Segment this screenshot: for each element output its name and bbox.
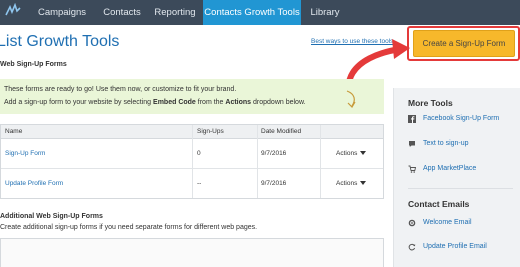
gear-icon bbox=[408, 219, 416, 227]
down-arrow-icon bbox=[346, 90, 356, 108]
signups-count: 0 bbox=[197, 150, 201, 157]
col-signups: Sign-Ups bbox=[197, 128, 224, 135]
logo-icon[interactable] bbox=[4, 3, 22, 19]
refresh-icon bbox=[408, 243, 416, 251]
form-name-link[interactable]: Sign-Up Form bbox=[5, 150, 45, 157]
sidebar-divider bbox=[408, 188, 513, 189]
actions-dropdown[interactable]: Actions bbox=[336, 180, 367, 187]
chevron-down-icon bbox=[360, 181, 367, 186]
notice-line-1: These forms are ready to go! Use them no… bbox=[4, 86, 237, 93]
page-title: List Growth Tools bbox=[0, 33, 120, 50]
nav-campaigns[interactable]: Campaigns bbox=[27, 0, 97, 25]
chevron-down-icon bbox=[360, 151, 367, 156]
col-name: Name bbox=[5, 128, 23, 135]
facebook-icon bbox=[408, 115, 416, 123]
sidebar: More Tools Facebook Sign-Up Form Text to… bbox=[393, 88, 520, 267]
table-row: Sign-Up Form 0 9/7/2016 Actions bbox=[1, 139, 383, 169]
chat-icon bbox=[409, 141, 415, 147]
notice-line-2: Add a sign-up form to your website by se… bbox=[4, 99, 306, 106]
nav-contacts[interactable]: Contacts bbox=[97, 0, 147, 25]
date-modified: 9/7/2016 bbox=[261, 150, 287, 157]
cart-icon bbox=[408, 165, 416, 173]
form-name-link[interactable]: Update Profile Form bbox=[5, 180, 63, 187]
signup-forms-table: Name Sign-Ups Date Modified Sign-Up Form… bbox=[0, 124, 384, 199]
col-date-modified: Date Modified bbox=[261, 128, 302, 135]
table-row: Update Profile Form -- 9/7/2016 Actions bbox=[1, 169, 383, 199]
more-tools-heading: More Tools bbox=[408, 98, 453, 108]
contact-emails-heading: Contact Emails bbox=[408, 199, 470, 209]
actions-dropdown[interactable]: Actions bbox=[336, 150, 367, 157]
top-nav: Campaigns Contacts Reporting Contacts Gr… bbox=[0, 0, 520, 25]
best-ways-link[interactable]: Best ways to use these tools bbox=[311, 38, 411, 45]
info-notice: These forms are ready to go! Use them no… bbox=[0, 79, 384, 114]
additional-forms-panel bbox=[0, 238, 384, 267]
additional-forms-description: Create additional sign-up forms if you n… bbox=[0, 224, 258, 231]
date-modified: 9/7/2016 bbox=[261, 180, 287, 187]
nav-contacts-growth-tools[interactable]: Contacts Growth Tools bbox=[203, 0, 301, 25]
create-signup-form-button[interactable]: Create a Sign-Up Form bbox=[413, 30, 515, 57]
nav-reporting[interactable]: Reporting bbox=[147, 0, 203, 25]
web-signup-forms-heading: Web Sign-Up Forms bbox=[0, 61, 67, 68]
signups-count: -- bbox=[197, 180, 202, 187]
nav-library[interactable]: Library bbox=[301, 0, 349, 25]
additional-forms-heading: Additional Web Sign-Up Forms bbox=[0, 213, 103, 220]
